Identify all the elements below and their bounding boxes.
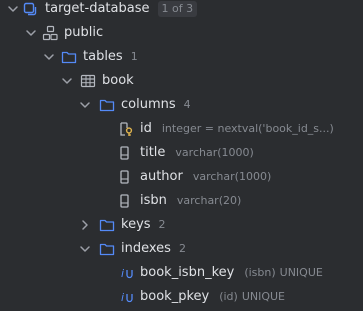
table-icon	[80, 74, 96, 88]
chevron-down-icon[interactable]	[78, 98, 92, 112]
svg-text:i: i	[121, 267, 124, 280]
keys-count: 2	[158, 218, 166, 231]
primary-key-column-icon	[120, 122, 133, 136]
index-columns: (id)	[219, 290, 238, 303]
chevron-down-icon[interactable]	[60, 74, 74, 88]
datasource-label: target-database	[45, 1, 150, 16]
datasource-badge: 1 of 3	[157, 1, 198, 17]
column-name: isbn	[140, 193, 167, 208]
chevron-down-icon[interactable]	[6, 2, 20, 16]
folder-icon	[99, 99, 115, 112]
column-icon	[120, 146, 129, 160]
index-columns: (isbn)	[244, 266, 276, 279]
column-icon	[120, 194, 129, 208]
column-type: varchar(20)	[176, 194, 242, 207]
tree-node-datasource[interactable]: target-database 1 of 3	[0, 0, 363, 21]
tree-node-indexes-folder[interactable]: indexes 2	[0, 237, 363, 261]
index-kind: UNIQUE	[241, 290, 286, 303]
unique-index-icon: i	[121, 267, 133, 280]
database-explorer-tree: target-database 1 of 3 public tables 1 b…	[0, 0, 363, 311]
tables-count: 1	[130, 50, 138, 63]
chevron-down-icon[interactable]	[24, 26, 38, 40]
folder-icon	[99, 219, 115, 232]
indexes-count: 2	[178, 242, 186, 255]
column-type: varchar(1000)	[192, 170, 272, 183]
chevron-down-icon[interactable]	[42, 50, 56, 64]
column-type: varchar(1000)	[175, 146, 254, 159]
column-name: author	[140, 169, 183, 184]
datasource-icon	[23, 2, 37, 16]
schema-icon	[42, 25, 58, 41]
column-icon	[120, 170, 129, 184]
tree-node-column-isbn[interactable]: isbn varchar(20)	[0, 189, 363, 213]
column-name: id	[140, 121, 152, 136]
tree-node-index-book-isbn-key[interactable]: i book_isbn_key (isbn) UNIQUE	[0, 261, 363, 285]
index-name: book_isbn_key	[140, 265, 235, 280]
schema-label: public	[64, 25, 104, 40]
tree-node-column-author[interactable]: author varchar(1000)	[0, 165, 363, 189]
chevron-down-icon[interactable]	[78, 242, 92, 256]
index-name: book_pkey	[140, 289, 210, 304]
tree-node-keys-folder[interactable]: keys 2	[0, 213, 363, 237]
tree-node-schema[interactable]: public	[0, 21, 363, 45]
svg-text:i: i	[121, 291, 124, 304]
columns-folder-label: columns	[121, 97, 176, 112]
tables-folder-label: tables	[83, 49, 123, 64]
tree-node-tables-folder[interactable]: tables 1	[0, 45, 363, 69]
tree-node-index-book-pkey[interactable]: i book_pkey (id) UNIQUE	[0, 285, 363, 309]
unique-index-icon: i	[121, 291, 133, 304]
table-label: book	[102, 73, 134, 88]
columns-count: 4	[183, 98, 191, 111]
column-name: title	[140, 145, 166, 160]
tree-node-column-title[interactable]: title varchar(1000)	[0, 141, 363, 165]
folder-icon	[99, 243, 115, 256]
column-type: integer = nextval('book_id_s...)	[161, 122, 334, 135]
tree-node-column-id[interactable]: id integer = nextval('book_id_s...)	[0, 117, 363, 141]
folder-icon	[61, 51, 77, 64]
keys-folder-label: keys	[121, 217, 151, 232]
chevron-right-icon[interactable]	[78, 218, 92, 232]
tree-node-columns-folder[interactable]: columns 4	[0, 93, 363, 117]
index-kind: UNIQUE	[279, 266, 323, 279]
tree-node-table-book[interactable]: book	[0, 69, 363, 93]
indexes-folder-label: indexes	[121, 241, 171, 256]
